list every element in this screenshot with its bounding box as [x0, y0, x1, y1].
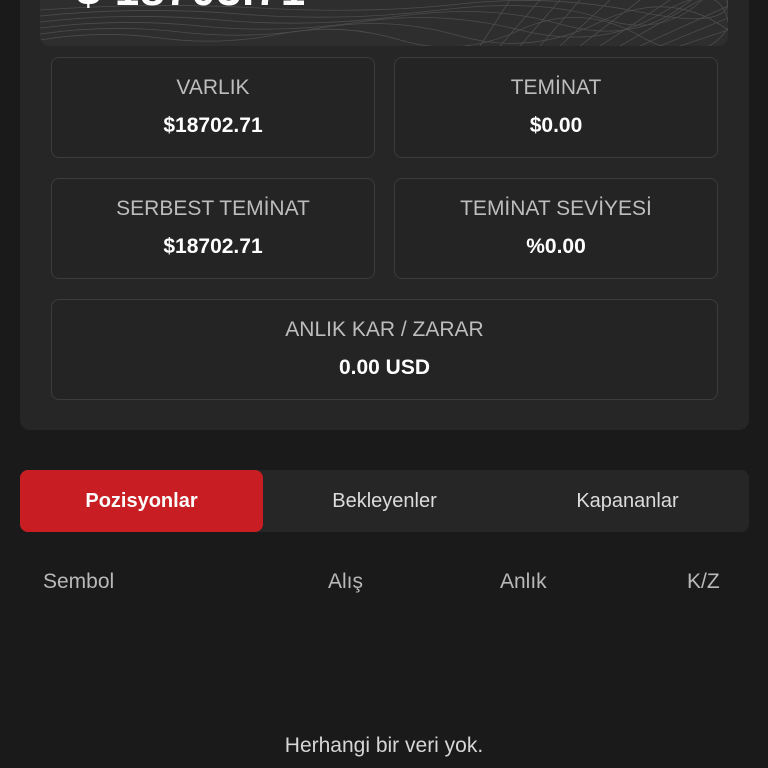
column-header-anlik[interactable]: Anlık — [500, 570, 547, 594]
position-tabs: Pozisyonlar Bekleyenler Kapananlar — [20, 470, 749, 532]
stat-teminat-seviyesi-label: TEMİNAT SEVİYESİ — [460, 197, 652, 220]
column-header-alis[interactable]: Alış — [328, 570, 363, 594]
stat-anlik-kar-zarar-label: ANLIK KAR / ZARAR — [285, 318, 484, 341]
hero-banner: $ 18703.71 — [40, 0, 728, 46]
stat-serbest-teminat-value: $18702.71 — [163, 235, 263, 258]
stat-serbest-teminat: SERBEST TEMİNAT $18702.71 — [51, 178, 375, 279]
account-balance: $ 18703.71 — [76, 0, 306, 16]
stat-varlik: VARLIK $18702.71 — [51, 57, 375, 158]
stat-serbest-teminat-label: SERBEST TEMİNAT — [116, 197, 310, 220]
stat-varlik-value: $18702.71 — [163, 114, 263, 137]
tab-kapananlar[interactable]: Kapananlar — [506, 470, 749, 532]
stat-teminat: TEMİNAT $0.00 — [394, 57, 718, 158]
stat-teminat-value: $0.00 — [529, 114, 583, 137]
tab-bekleyenler[interactable]: Bekleyenler — [263, 470, 506, 532]
column-header-kz[interactable]: K/Z — [687, 570, 720, 594]
account-summary-screen: $ 18703.71 VARLIK $18702.71 TEMİNAT $0.0… — [0, 0, 768, 768]
tab-pozisyonlar[interactable]: Pozisyonlar — [20, 470, 263, 532]
stat-anlik-kar-zarar-value: 0.00 USD — [338, 356, 431, 379]
stat-varlik-label: VARLIK — [176, 76, 250, 99]
stat-teminat-seviyesi-value: %0.00 — [526, 235, 586, 258]
stat-teminat-label: TEMİNAT — [510, 76, 602, 99]
stat-teminat-seviyesi: TEMİNAT SEVİYESİ %0.00 — [394, 178, 718, 279]
column-header-sembol[interactable]: Sembol — [43, 570, 114, 594]
empty-state-message: Herhangi bir veri yok. — [284, 734, 484, 757]
stat-anlik-kar-zarar: ANLIK KAR / ZARAR 0.00 USD — [51, 299, 718, 400]
